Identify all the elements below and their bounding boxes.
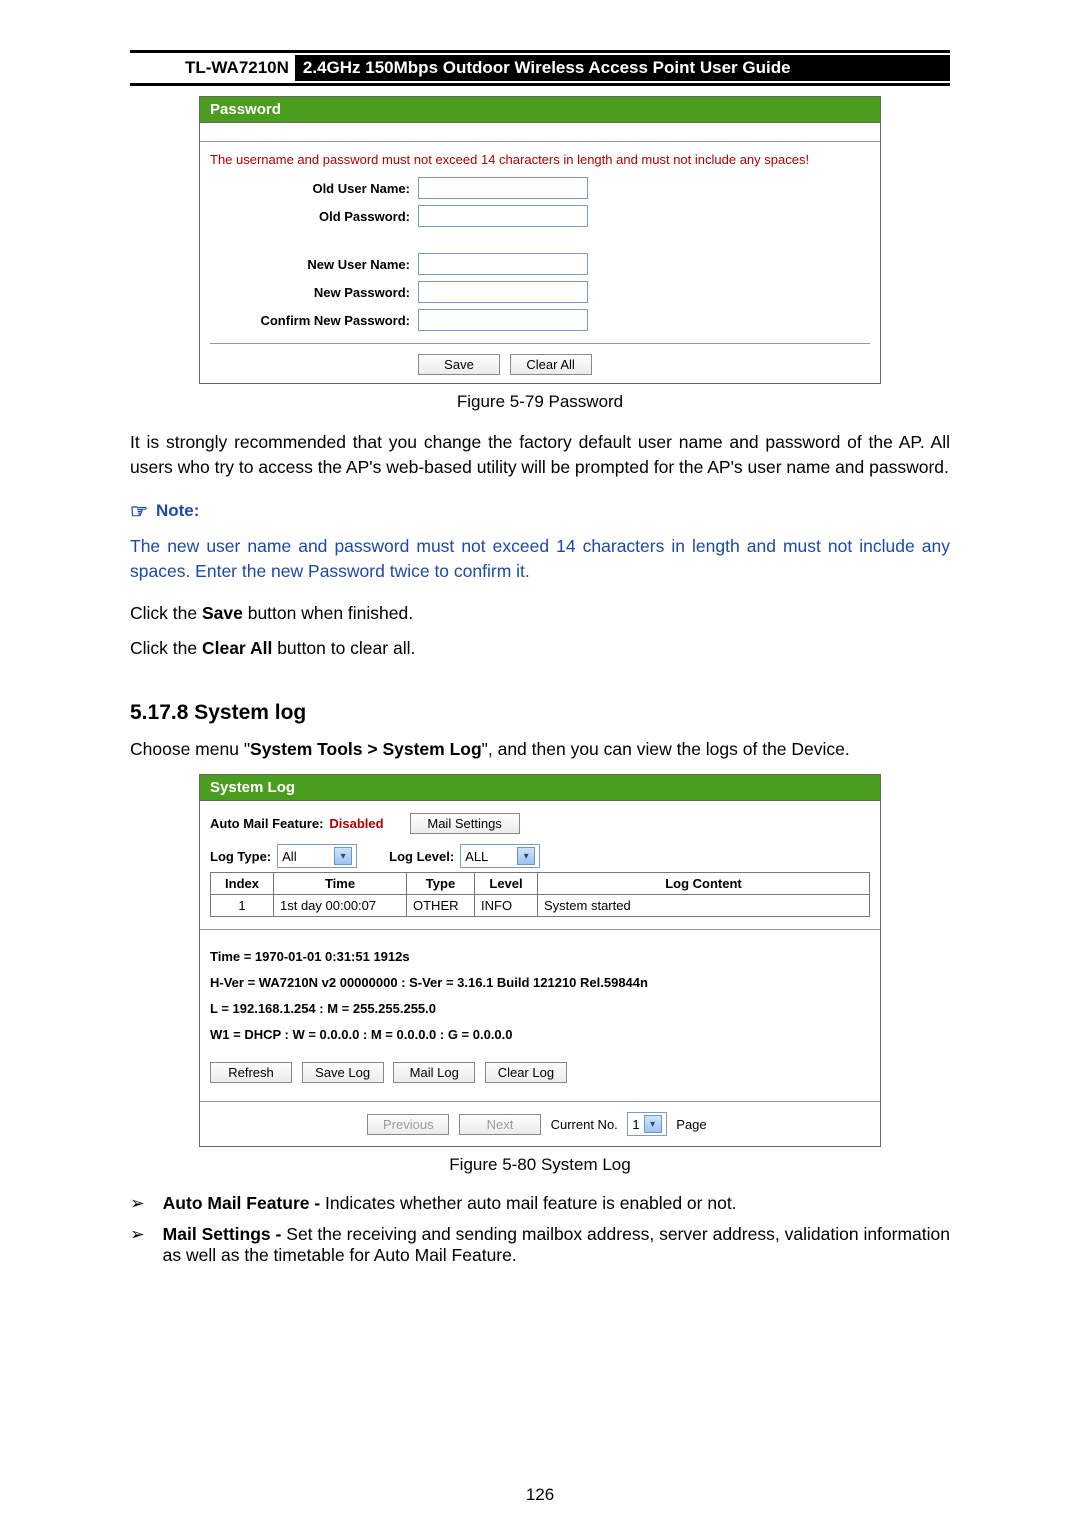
next-button[interactable]: Next	[459, 1114, 541, 1135]
click-save-post: button when finished.	[243, 603, 413, 623]
system-log-panel: System Log Auto Mail Feature: Disabled M…	[199, 774, 881, 1147]
refresh-button[interactable]: Refresh	[210, 1062, 292, 1083]
confirm-password-input[interactable]	[418, 309, 588, 331]
col-level: Level	[475, 873, 538, 895]
bullet1-bold: Auto Mail Feature -	[163, 1193, 325, 1213]
current-page-value: 1	[632, 1117, 639, 1132]
section-heading: 5.17.8 System log	[130, 701, 950, 725]
password-panel: Password The username and password must …	[199, 96, 881, 384]
col-time: Time	[274, 873, 407, 895]
current-no-label: Current No.	[551, 1117, 618, 1132]
pointer-icon: ☞	[130, 499, 148, 524]
new-password-input[interactable]	[418, 281, 588, 303]
click-save-pre: Click the	[130, 603, 202, 623]
page-number: 126	[0, 1485, 1080, 1505]
meta-w1: W1 = DHCP : W = 0.0.0.0 : M = 0.0.0.0 : …	[210, 1022, 870, 1048]
device-model: TL-WA7210N	[130, 58, 295, 78]
clear-log-button[interactable]: Clear Log	[485, 1062, 567, 1083]
cell-time: 1st day 00:00:07	[274, 895, 407, 917]
system-log-title: System Log	[200, 775, 880, 801]
click-clear-pre: Click the	[130, 638, 202, 658]
confirm-password-label: Confirm New Password:	[210, 313, 418, 328]
chevron-down-icon: ▾	[517, 847, 535, 865]
note-label: Note:	[156, 501, 199, 521]
old-username-label: Old User Name:	[210, 181, 418, 196]
note-body: The new user name and password must not …	[130, 534, 950, 585]
col-type: Type	[407, 873, 475, 895]
table-row: 1 1st day 00:00:07 OTHER INFO System sta…	[211, 895, 870, 917]
log-type-value: All	[282, 849, 296, 864]
col-content: Log Content	[538, 873, 870, 895]
bullet-mail-settings: Mail Settings - Set the receiving and se…	[130, 1224, 950, 1266]
old-password-label: Old Password:	[210, 209, 418, 224]
click-clear-bold: Clear All	[202, 638, 272, 658]
save-log-button[interactable]: Save Log	[302, 1062, 384, 1083]
section-intro-bold: System Tools > System Log	[250, 739, 482, 759]
cell-content: System started	[538, 895, 870, 917]
section-intro-pre: Choose menu "	[130, 739, 250, 759]
log-level-value: ALL	[465, 849, 488, 864]
previous-button[interactable]: Previous	[367, 1114, 449, 1135]
chevron-down-icon: ▾	[334, 847, 352, 865]
doc-title: 2.4GHz 150Mbps Outdoor Wireless Access P…	[295, 55, 950, 81]
auto-mail-value: Disabled	[329, 816, 403, 831]
password-warning: The username and password must not excee…	[210, 152, 870, 167]
log-level-label: Log Level:	[389, 849, 454, 864]
bullet1-rest: Indicates whether auto mail feature is e…	[325, 1193, 737, 1213]
click-clear-post: button to clear all.	[272, 638, 415, 658]
section-intro-post: ", and then you can view the logs of the…	[482, 739, 850, 759]
save-button[interactable]: Save	[418, 354, 500, 375]
auto-mail-label: Auto Mail Feature:	[210, 816, 323, 831]
log-table: Index Time Type Level Log Content 1 1st …	[210, 872, 870, 917]
old-username-input[interactable]	[418, 177, 588, 199]
meta-hver: H-Ver = WA7210N v2 00000000 : S-Ver = 3.…	[210, 970, 870, 996]
cell-index: 1	[211, 895, 274, 917]
meta-time: Time = 1970-01-01 0:31:51 1912s	[210, 944, 870, 970]
log-level-select[interactable]: ALL ▾	[460, 844, 540, 868]
current-page-select[interactable]: 1 ▾	[627, 1112, 666, 1136]
new-password-label: New Password:	[210, 285, 418, 300]
log-meta: Time = 1970-01-01 0:31:51 1912s H-Ver = …	[200, 930, 880, 1048]
cell-level: INFO	[475, 895, 538, 917]
click-save-bold: Save	[202, 603, 243, 623]
password-recommendation-text: It is strongly recommended that you chan…	[130, 430, 950, 481]
bullet2-bold: Mail Settings -	[163, 1224, 287, 1244]
new-username-input[interactable]	[418, 253, 588, 275]
mail-log-button[interactable]: Mail Log	[393, 1062, 475, 1083]
log-type-select[interactable]: All ▾	[277, 844, 357, 868]
old-password-input[interactable]	[418, 205, 588, 227]
figure-5-80-caption: Figure 5-80 System Log	[130, 1155, 950, 1175]
col-index: Index	[211, 873, 274, 895]
log-type-label: Log Type:	[210, 849, 271, 864]
new-username-label: New User Name:	[210, 257, 418, 272]
bullet-auto-mail: Auto Mail Feature - Indicates whether au…	[130, 1193, 950, 1214]
mail-settings-button[interactable]: Mail Settings	[410, 813, 520, 834]
figure-5-79-caption: Figure 5-79 Password	[130, 392, 950, 412]
page-label: Page	[676, 1117, 706, 1132]
password-panel-title: Password	[200, 97, 880, 123]
chevron-down-icon: ▾	[644, 1115, 662, 1133]
meta-l: L = 192.168.1.254 : M = 255.255.255.0	[210, 996, 870, 1022]
clear-all-button[interactable]: Clear All	[510, 354, 592, 375]
cell-type: OTHER	[407, 895, 475, 917]
